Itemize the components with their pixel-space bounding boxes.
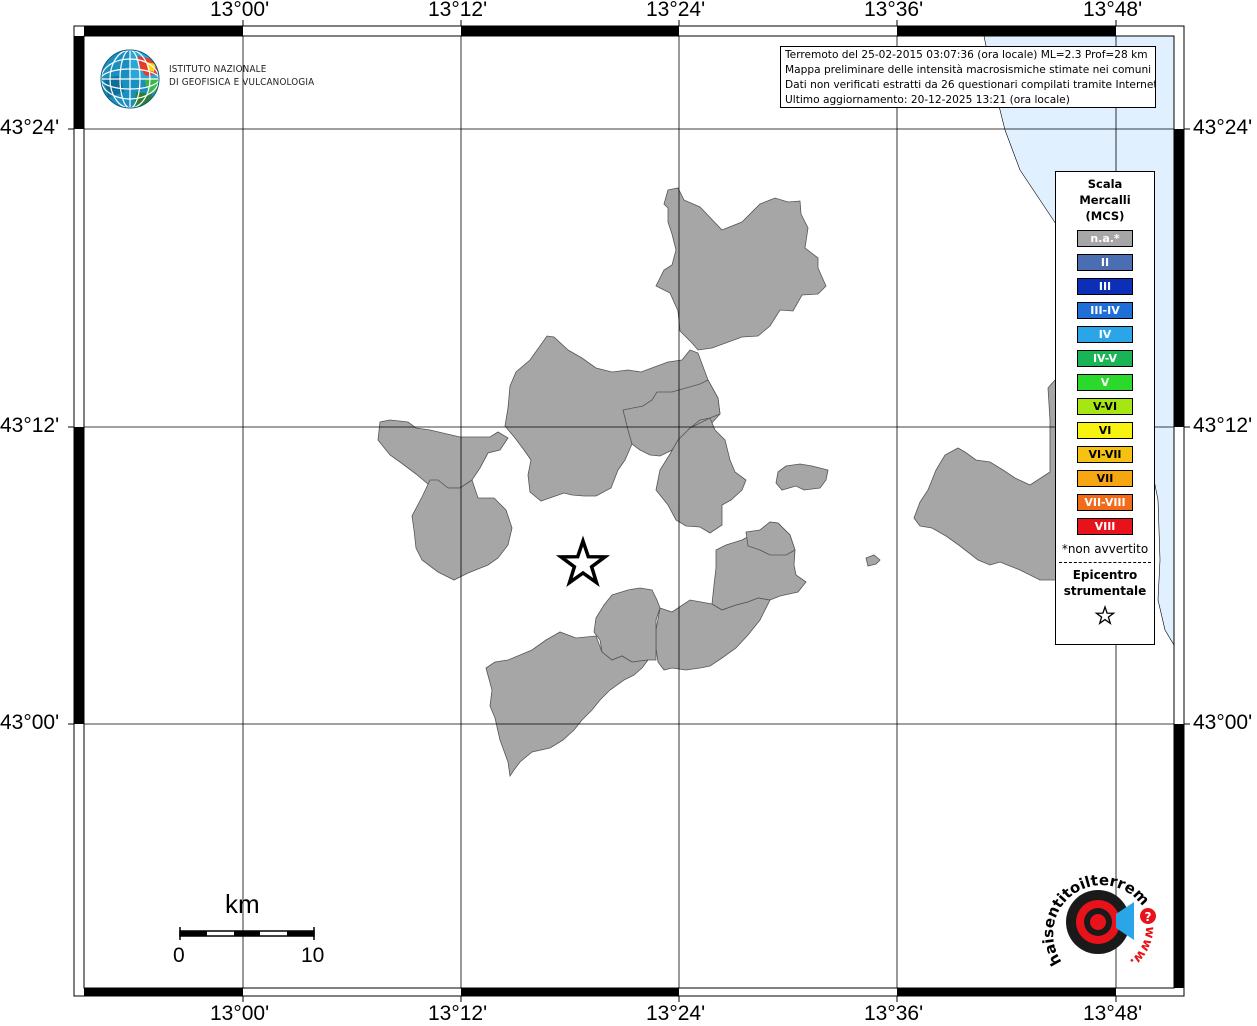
ingv-logo-text: ISTITUTO NAZIONALE DI GEOFISICA E VULCAN… — [169, 63, 314, 89]
event-info-line2: Mappa preliminare delle intensità macros… — [785, 64, 1152, 76]
municipalities — [377, 187, 1059, 778]
legend-title-line3: (MCS) — [1085, 209, 1125, 223]
top-lon-label-5: 13°48' — [1083, 0, 1143, 21]
legend-item: V — [1077, 374, 1133, 391]
legend-item: n.a.* — [1077, 230, 1133, 247]
legend-item: VIII — [1077, 518, 1133, 535]
legend-title-line2: Mercalli — [1079, 193, 1131, 207]
legend-item: III-IV — [1077, 302, 1133, 319]
bottom-lon-label-2: 13°12' — [428, 1002, 488, 1025]
legend-item: V-VI — [1077, 398, 1133, 415]
intensity-legend: Scala Mercalli (MCS) n.a.* II III III-IV IV I… — [1055, 171, 1155, 645]
legend-epicenter-title: Epicentro strumentale — [1056, 567, 1154, 599]
scale-bar — [179, 927, 315, 940]
municipality-14[interactable] — [913, 379, 1059, 581]
legend-epicenter-line1: Epicentro — [1072, 568, 1138, 582]
top-lon-label-1: 13°00' — [210, 0, 270, 21]
legend-epicenter-line2: strumentale — [1063, 584, 1147, 598]
scale-bar-start: 0 — [173, 944, 185, 967]
municipality-1[interactable] — [655, 187, 827, 351]
bottom-lon-label-5: 13°48' — [1083, 1002, 1143, 1025]
right-lat-label-2: 43°12' — [1193, 414, 1253, 437]
legend-title: Scala Mercalli (MCS) — [1056, 176, 1154, 224]
ingv-globe-icon — [100, 49, 160, 109]
municipality-6[interactable] — [411, 479, 513, 581]
left-lat-label-1: 43°24' — [0, 116, 60, 139]
scale-bar-unit: km — [225, 889, 260, 919]
bottom-lon-label-3: 13°24' — [646, 1002, 706, 1025]
legend-item: IV — [1077, 326, 1133, 343]
legend-item: III — [1077, 278, 1133, 295]
legend-title-line1: Scala — [1087, 177, 1123, 191]
event-info-line3: Dati non verificati estratti da 26 quest… — [785, 79, 1156, 91]
legend-note: *non avvertito — [1061, 542, 1149, 556]
left-lat-label-2: 43°12' — [0, 414, 60, 437]
municipality-10[interactable] — [593, 587, 661, 663]
svg-text:?: ? — [1145, 910, 1152, 924]
legend-item: VII — [1077, 470, 1133, 487]
municipality-13[interactable] — [865, 554, 881, 567]
legend-separator — [1059, 562, 1151, 563]
event-info-line4: Ultimo aggiornamento: 20-12-2025 13:21 (… — [785, 94, 1070, 106]
event-info-box: Terremoto del 25-02-2015 03:07:36 (ora l… — [780, 46, 1156, 108]
top-lon-label-3: 13°24' — [646, 0, 706, 21]
legend-item: IV-V — [1077, 350, 1133, 367]
event-info-line1: Terremoto del 25-02-2015 03:07:36 (ora l… — [785, 49, 1148, 61]
top-lon-label-4: 13°36' — [864, 0, 924, 21]
municipality-5[interactable] — [377, 419, 509, 489]
legend-item: VI-VII — [1077, 446, 1133, 463]
legend-star-icon — [1094, 605, 1116, 626]
scale-bar-end: 10 — [301, 944, 325, 967]
legend-item: VII-VIII — [1077, 494, 1133, 511]
top-lon-label-2: 13°12' — [428, 0, 488, 21]
bottom-lon-label-4: 13°36' — [864, 1002, 924, 1025]
ingv-logo-line1: ISTITUTO NAZIONALE — [169, 64, 267, 75]
left-lat-label-3: 43°00' — [0, 711, 60, 734]
municipality-9[interactable] — [655, 597, 771, 671]
legend-item: II — [1077, 254, 1133, 271]
right-lat-label-3: 43°00' — [1193, 711, 1253, 734]
bottom-lon-label-1: 13°00' — [210, 1002, 270, 1025]
legend-items: n.a.* II III III-IV IV IV-V V V-VI VI VI-VII VII VI… — [1056, 230, 1154, 535]
right-lat-label-1: 43°24' — [1193, 116, 1253, 139]
legend-item: VI — [1077, 422, 1133, 439]
hst-logo-icon: haisentitoilterremoto.it www. ? — [1032, 866, 1157, 969]
ingv-logo-line2: DI GEOFISICA E VULCANOLOGIA — [169, 77, 315, 88]
epicenter-star-icon[interactable] — [555, 535, 611, 588]
municipality-12[interactable] — [775, 463, 829, 491]
